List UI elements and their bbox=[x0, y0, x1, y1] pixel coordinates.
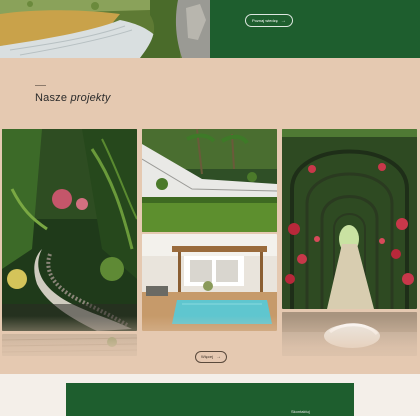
hero-strip: Poznaj wiedzę → bbox=[0, 0, 420, 58]
interior-photo bbox=[282, 312, 417, 356]
learn-more-label: Poznaj wiedzę bbox=[252, 18, 278, 23]
section-title-italic: projekty bbox=[70, 92, 111, 104]
learn-more-button[interactable]: Poznaj wiedzę → bbox=[245, 14, 293, 27]
section-eyebrow-line bbox=[35, 85, 46, 86]
tropical-garden-photo bbox=[2, 129, 137, 331]
project-card-interior[interactable] bbox=[282, 312, 417, 356]
arrow-right-icon: → bbox=[280, 18, 286, 24]
section-title-regular: Nasze bbox=[35, 92, 68, 104]
contact-banner: Skontaktuj bbox=[66, 383, 354, 416]
projects-section: Nasze projekty Więcej → bbox=[0, 58, 420, 374]
project-card-terraced-lawn[interactable] bbox=[142, 129, 277, 232]
terraced-lawn-photo bbox=[142, 129, 277, 232]
rose-tunnel-photo bbox=[282, 129, 417, 309]
contact-banner-label: Skontaktuj bbox=[291, 409, 310, 414]
project-card-rose-tunnel[interactable] bbox=[282, 129, 417, 309]
project-card-deck[interactable] bbox=[2, 334, 137, 356]
arrow-right-icon: → bbox=[216, 354, 222, 360]
more-projects-label: Więcej bbox=[201, 354, 214, 359]
more-projects-button[interactable]: Więcej → bbox=[195, 351, 228, 363]
hero-green-panel: Poznaj wiedzę → bbox=[210, 0, 420, 58]
project-card-pool-terrace[interactable] bbox=[142, 234, 277, 331]
pool-terrace-photo bbox=[142, 234, 277, 331]
section-title: Nasze projekty bbox=[35, 92, 111, 104]
hero-garden-photo bbox=[0, 0, 210, 58]
deck-photo bbox=[2, 334, 137, 356]
project-card-tropical-garden[interactable] bbox=[2, 129, 137, 331]
